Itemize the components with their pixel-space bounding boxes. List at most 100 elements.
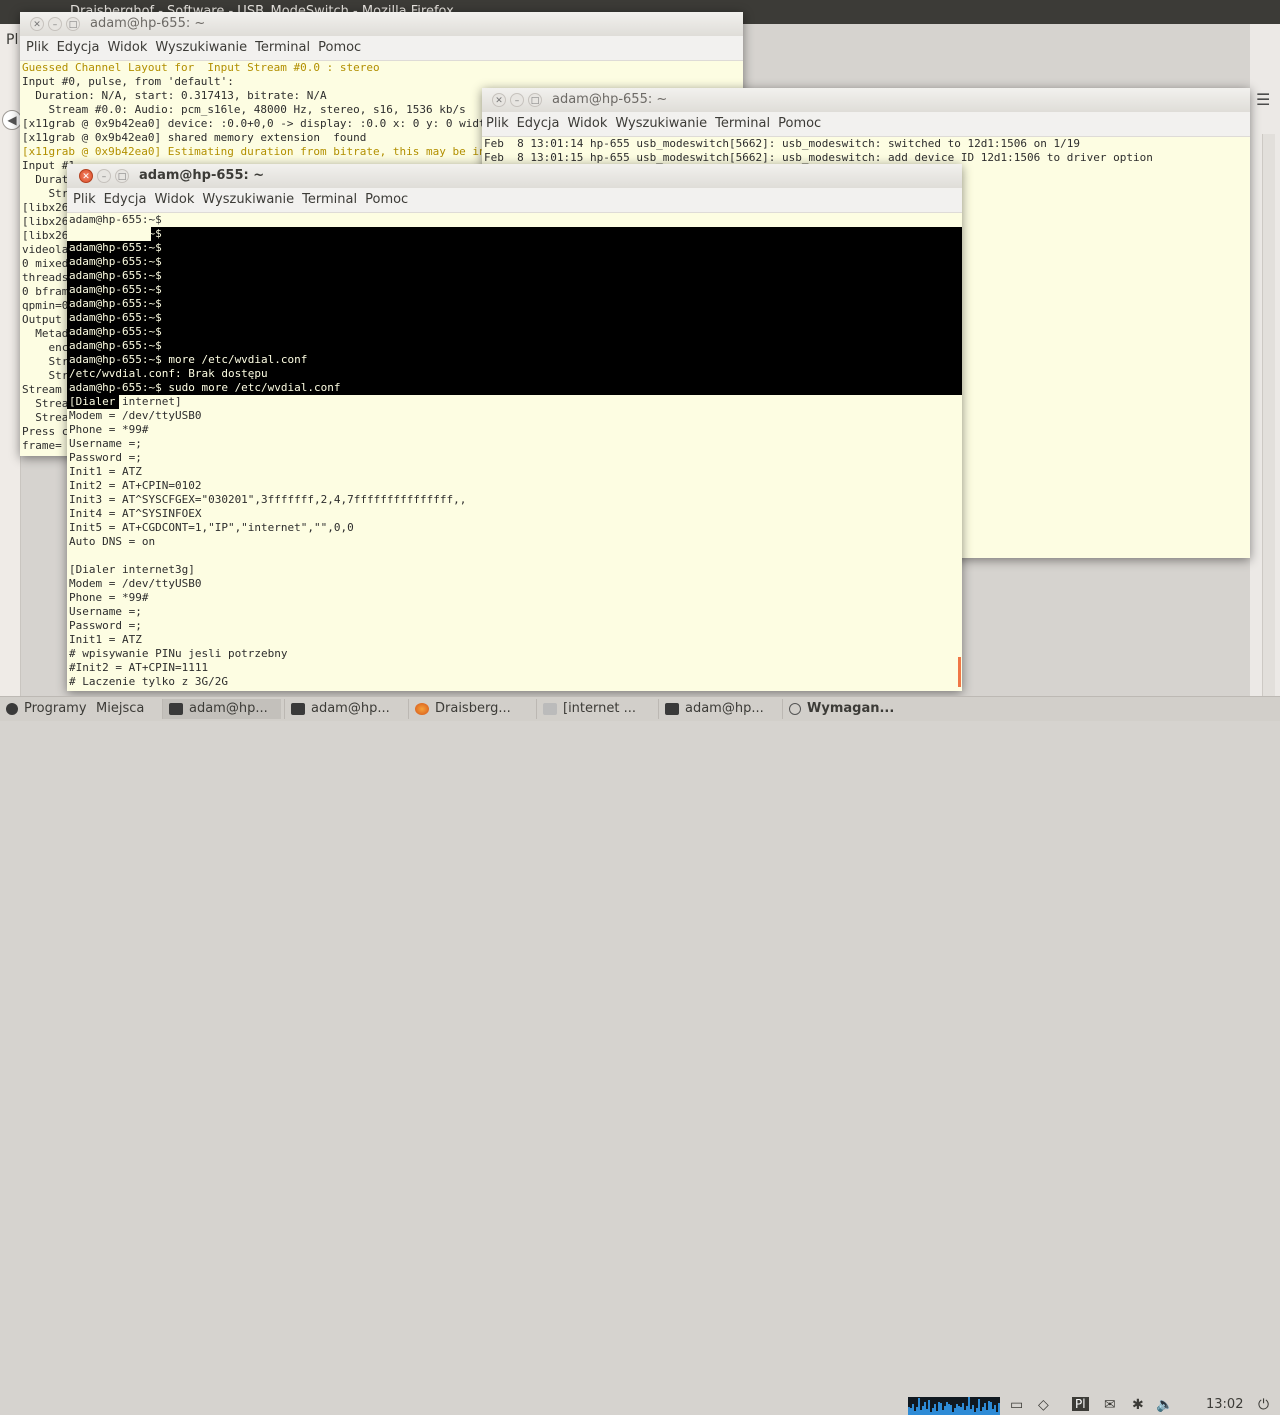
terminal-line: Password =; xyxy=(69,451,142,464)
firefox-tab-label[interactable]: Pl xyxy=(6,32,18,48)
menu-edycja[interactable]: Edycja xyxy=(513,112,564,135)
menu-widok[interactable]: Widok xyxy=(103,36,151,59)
taskbar: Programy Miejsca adam@hp... adam@hp... D… xyxy=(0,696,1280,1415)
window-title: adam@hp-655: ~ xyxy=(139,168,265,183)
taskbar-item-terminal-2[interactable]: adam@hp... xyxy=(284,699,403,719)
terminal-line: Phone = *99# xyxy=(69,591,149,604)
terminal-line: # wpisywanie PINu jesli potrzebny xyxy=(69,647,288,660)
terminal-icon xyxy=(169,702,183,715)
power-icon[interactable]: ⏻ xyxy=(1258,1397,1269,1413)
firefox-window-left: Pl ◀ xyxy=(0,24,22,696)
taskbar-item-terminal-1[interactable]: adam@hp... xyxy=(162,699,281,719)
menu-edycja[interactable]: Edycja xyxy=(53,36,104,59)
terminal-line: [Dialer internet] xyxy=(69,395,962,409)
keyboard-layout-indicator[interactable]: Pl xyxy=(1072,1397,1089,1411)
minimize-icon[interactable]: – xyxy=(48,17,62,31)
terminal-line: Init2 = AT+CPIN=0102 xyxy=(69,479,202,492)
clock[interactable]: 13:02 xyxy=(1206,1397,1243,1412)
menu-wyszukiwanie[interactable]: Wyszukiwanie xyxy=(198,188,298,211)
menu-bar: Plik Edycja Widok Wyszukiwanie Terminal Pomoc xyxy=(20,36,743,61)
terminal-line: adam@hp-655:~$ xyxy=(69,311,162,324)
hamburger-menu-icon[interactable]: ☰ xyxy=(1256,90,1270,109)
minimize-icon[interactable]: – xyxy=(97,169,111,183)
firefox-icon xyxy=(415,702,429,715)
terminal-line: Init4 = AT^SYSINFOEX xyxy=(69,507,202,520)
firefox-scrollbar[interactable] xyxy=(1262,134,1275,714)
battery-icon[interactable]: ▭ xyxy=(1010,1397,1023,1413)
terminal-line: Username =; xyxy=(69,437,142,450)
terminal-line: Guessed Channel Layout for Input Stream … xyxy=(22,61,380,74)
menu-pomoc[interactable]: Pomoc xyxy=(361,188,412,211)
terminal-line: adam@hp-655:~$ sudo more /etc/wvdial.con… xyxy=(69,381,341,394)
window-title: adam@hp-655: ~ xyxy=(90,16,206,31)
menu-wyszukiwanie[interactable]: Wyszukiwanie xyxy=(611,112,711,135)
menu-terminal[interactable]: Terminal xyxy=(251,36,314,59)
menu-terminal[interactable]: Terminal xyxy=(298,188,361,211)
terminal-line: adam@hp-655:~$ xyxy=(69,283,162,296)
maximize-icon[interactable]: □ xyxy=(115,169,129,183)
window-titlebar[interactable]: ✕ – □ adam@hp-655: ~ xyxy=(20,12,743,36)
menu-plik[interactable]: Plik xyxy=(482,112,513,135)
terminal-line: adam@hp-655:~$ xyxy=(69,255,162,268)
key-icon xyxy=(789,702,801,715)
taskbar-item-internet[interactable]: [internet ... xyxy=(536,699,655,719)
terminal-line: Init1 = ATZ xyxy=(69,633,142,646)
close-icon[interactable]: ✕ xyxy=(30,17,44,31)
terminal-line: Init3 = AT^SYSCFGEX="030201",3fffffff,2,… xyxy=(69,493,467,506)
programs-menu[interactable]: Programy xyxy=(6,699,87,719)
close-icon[interactable]: ✕ xyxy=(79,169,93,183)
back-icon[interactable]: ◀ xyxy=(2,110,22,130)
terminal-line: adam@hp-655:~$ xyxy=(69,213,162,226)
terminal-line: Password =; xyxy=(69,619,142,632)
mail-icon[interactable]: ✉ xyxy=(1104,1397,1116,1413)
terminal-output[interactable]: adam@hp-655:~$ adam@hp-655:~$ adam@hp-655:… xyxy=(67,213,962,689)
menu-pomoc[interactable]: Pomoc xyxy=(314,36,365,59)
terminal-line: Auto DNS = on xyxy=(69,535,156,548)
terminal-line: Feb 8 13:01:14 hp-655 usb_modeswitch[566… xyxy=(484,137,1081,150)
close-icon[interactable]: ✕ xyxy=(492,93,506,107)
menu-pomoc[interactable]: Pomoc xyxy=(774,112,825,135)
network-icon[interactable]: ◇ xyxy=(1038,1397,1049,1413)
menu-edycja[interactable]: Edycja xyxy=(100,188,151,211)
menu-widok[interactable]: Widok xyxy=(150,188,198,211)
terminal-line: adam@hp-655:~$ xyxy=(69,241,162,254)
terminal-scrollbar[interactable] xyxy=(958,657,961,687)
menu-wyszukiwanie[interactable]: Wyszukiwanie xyxy=(151,36,251,59)
maximize-icon[interactable]: □ xyxy=(528,93,542,107)
terminal-line: Phone = *99# xyxy=(69,423,149,436)
taskbar-item-firefox[interactable]: Draisberg... xyxy=(408,699,533,719)
menu-bar: Plik Edycja Widok Wyszukiwanie Terminal Pomoc xyxy=(482,112,1250,137)
menu-plik[interactable]: Plik xyxy=(22,36,53,59)
maximize-icon[interactable]: □ xyxy=(66,17,80,31)
terminal-line: adam@hp-655:~$ xyxy=(69,227,162,240)
window-titlebar[interactable]: ✕ – □ adam@hp-655: ~ xyxy=(482,88,1250,112)
terminal-line: adam@hp-655:~$ more /etc/wvdial.conf xyxy=(69,353,308,366)
terminal-line: /etc/wvdial.conf: Brak dostępu xyxy=(69,367,268,380)
taskbar-item-terminal-3[interactable]: adam@hp... xyxy=(658,699,777,719)
terminal-line: adam@hp-655:~$ xyxy=(69,325,162,338)
menu-plik[interactable]: Plik xyxy=(69,188,100,211)
terminal-body[interactable]: adam@hp-655:~$ adam@hp-655:~$ adam@hp-655:… xyxy=(67,213,962,689)
unselected-text: internet] xyxy=(115,395,182,408)
minimize-icon[interactable]: – xyxy=(510,93,524,107)
terminal-line: [Dialer internet3g] xyxy=(69,563,195,576)
places-menu[interactable]: Miejsca xyxy=(96,699,144,719)
terminal-line: adam@hp-655:~$ xyxy=(69,269,162,282)
volume-icon[interactable]: 🔈 xyxy=(1156,1397,1173,1413)
terminal-line: adam@hp-655:~$ xyxy=(69,339,162,352)
selected-text: [Dialer xyxy=(69,395,116,408)
terminal-line: Init1 = ATZ xyxy=(69,465,142,478)
terminal-icon xyxy=(291,702,305,715)
cpu-graph-bar xyxy=(998,1403,1000,1415)
window-title: adam@hp-655: ~ xyxy=(552,92,668,107)
bluetooth-icon[interactable]: ✱ xyxy=(1132,1397,1144,1413)
window-titlebar[interactable]: ✕ – □ adam@hp-655: ~ xyxy=(67,164,962,188)
terminal-line: # Laczenie tylko z 3G/2G xyxy=(69,675,228,688)
menu-terminal[interactable]: Terminal xyxy=(711,112,774,135)
menu-bar: Plik Edycja Widok Wyszukiwanie Terminal Pomoc xyxy=(67,188,962,213)
cpu-monitor-graph xyxy=(908,1397,1000,1415)
taskbar-item-auth[interactable]: Wymagan... xyxy=(782,699,907,719)
terminal-window-active[interactable]: ✕ – □ adam@hp-655: ~ Plik Edycja Widok Wysz… xyxy=(67,164,962,691)
menu-widok[interactable]: Widok xyxy=(563,112,611,135)
